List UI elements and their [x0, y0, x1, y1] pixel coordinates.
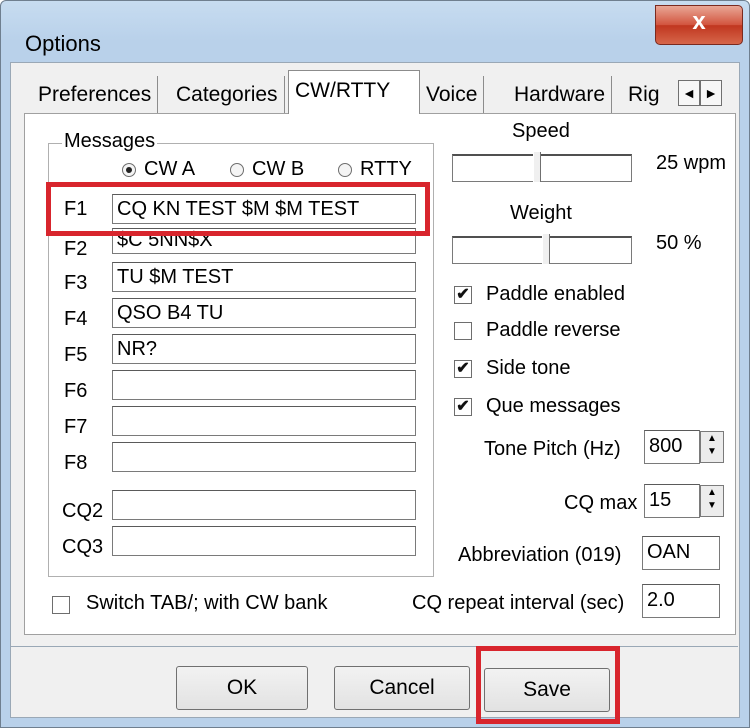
abbreviation-input[interactable]: OAN [642, 536, 720, 570]
message-field-cq2[interactable] [112, 490, 416, 520]
message-key-cq3: CQ3 [62, 536, 104, 558]
radio-cw-a-label: CW A [144, 158, 196, 180]
message-key-f5: F5 [64, 344, 88, 366]
message-field-f4[interactable]: QSO B4 TU [112, 298, 416, 328]
radio-cw-a[interactable] [122, 163, 136, 177]
weight-value: 50 % [656, 232, 702, 254]
close-button[interactable]: x [655, 5, 743, 45]
message-field-f7[interactable] [112, 406, 416, 436]
message-key-f8: F8 [64, 452, 88, 474]
message-key-f6: F6 [64, 380, 88, 402]
que-messages-checkbox[interactable]: ✔ [454, 398, 472, 416]
cq-max-spinner[interactable]: ▲ ▼ [700, 485, 724, 517]
side-tone-label: Side tone [486, 357, 571, 379]
message-key-f2: F2 [64, 238, 88, 260]
spin-down-icon[interactable]: ▼ [701, 499, 723, 512]
spin-up-icon[interactable]: ▲ [701, 432, 723, 445]
message-field-f5[interactable]: NR? [112, 334, 416, 364]
tab-preferences[interactable]: Preferences [32, 76, 159, 114]
speed-value: 25 wpm [656, 152, 727, 174]
cq-max-label: CQ max [564, 492, 638, 514]
radio-rtty[interactable] [338, 163, 352, 177]
side-tone-checkbox[interactable]: ✔ [454, 360, 472, 378]
message-field-f1[interactable]: CQ KN TEST $M $M TEST [112, 194, 416, 224]
weight-label: Weight [510, 202, 572, 224]
abbreviation-label: Abbreviation (019) [458, 544, 622, 566]
message-key-f3: F3 [64, 272, 88, 294]
close-icon: x [692, 8, 706, 35]
tab-scroll-left-icon[interactable]: ◄ [678, 80, 700, 106]
tone-pitch-label: Tone Pitch (Hz) [484, 438, 621, 460]
message-key-f7: F7 [64, 416, 88, 438]
spin-up-icon[interactable]: ▲ [701, 486, 723, 499]
message-field-f8[interactable] [112, 442, 416, 472]
spin-down-icon[interactable]: ▼ [701, 445, 723, 458]
tab-rig[interactable]: Rig [622, 76, 676, 114]
radio-rtty-label: RTTY [360, 158, 412, 180]
tab-scroll-right-icon[interactable]: ► [700, 80, 722, 106]
message-key-f4: F4 [64, 308, 88, 330]
message-field-f6[interactable] [112, 370, 416, 400]
tab-voice[interactable]: Voice [420, 76, 485, 114]
speed-slider[interactable] [452, 154, 632, 182]
message-key-cq2: CQ2 [62, 500, 104, 522]
radio-cw-b[interactable] [230, 163, 244, 177]
speed-slider-thumb[interactable] [533, 152, 541, 182]
save-button[interactable]: Save [484, 668, 610, 712]
paddle-enabled-checkbox[interactable]: ✔ [454, 286, 472, 304]
speed-label: Speed [512, 120, 570, 142]
paddle-reverse-label: Paddle reverse [486, 319, 621, 341]
que-messages-label: Que messages [486, 395, 621, 417]
switch-tab-checkbox[interactable] [52, 596, 70, 614]
tab-cw-rtty[interactable]: CW/RTTY [288, 70, 420, 114]
message-key-f1: F1 [64, 198, 88, 220]
cq-repeat-label: CQ repeat interval (sec) [412, 592, 625, 614]
tone-pitch-input[interactable]: 800 [644, 430, 700, 464]
cq-repeat-input[interactable]: 2.0 [642, 584, 720, 618]
footer-separator [10, 646, 738, 647]
message-field-f3[interactable]: TU $M TEST [112, 262, 416, 292]
window-title: Options [25, 31, 101, 56]
cancel-button[interactable]: Cancel [334, 666, 470, 710]
message-field-cq3[interactable] [112, 526, 416, 556]
messages-group-label: Messages [62, 130, 158, 153]
radio-cw-b-label: CW B [252, 158, 305, 180]
message-field-f2[interactable]: $C 5NN$X [112, 228, 416, 254]
weight-slider-thumb[interactable] [542, 234, 550, 264]
tone-pitch-spinner[interactable]: ▲ ▼ [700, 431, 724, 463]
cq-max-input[interactable]: 15 [644, 484, 700, 518]
paddle-reverse-checkbox[interactable] [454, 322, 472, 340]
tab-hardware[interactable]: Hardware [508, 76, 613, 114]
paddle-enabled-label: Paddle enabled [486, 283, 626, 305]
switch-tab-label: Switch TAB/; with CW bank [86, 592, 328, 614]
ok-button[interactable]: OK [176, 666, 308, 710]
tab-categories[interactable]: Categories [170, 76, 285, 114]
